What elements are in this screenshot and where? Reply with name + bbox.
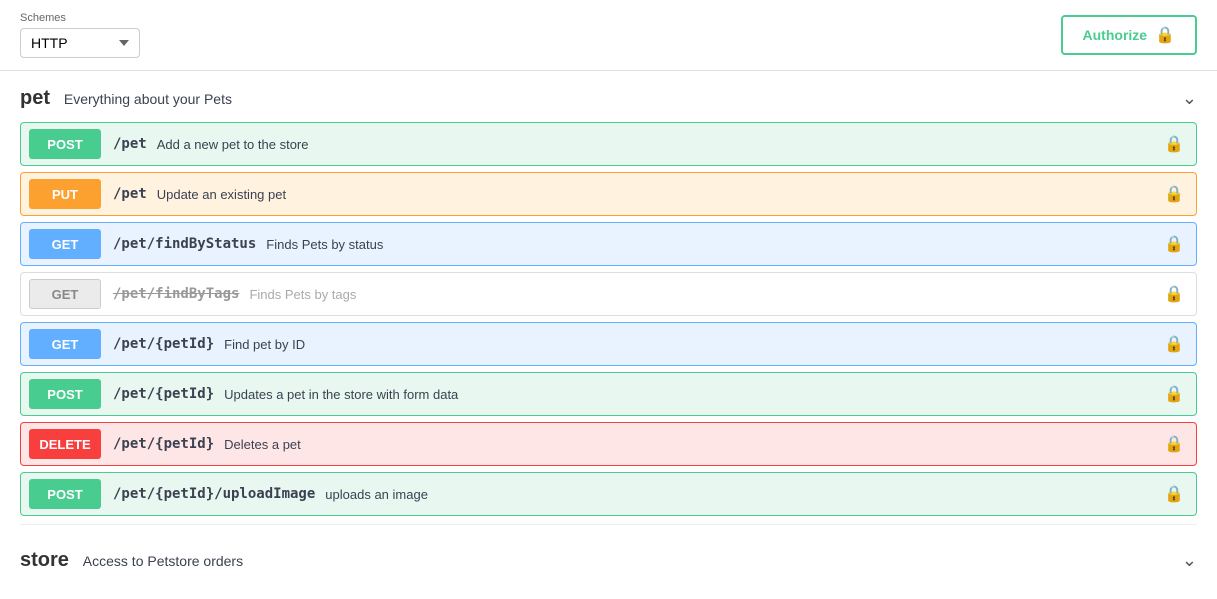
endpoint-path: /pet [113,136,147,152]
lock-icon: 🔒 [1164,184,1184,204]
chevron-down-icon: ⌄ [1182,88,1197,109]
endpoint-desc: Finds Pets by status [266,237,1164,252]
endpoint-desc: Deletes a pet [224,437,1164,452]
endpoint-desc: Updates a pet in the store with form dat… [224,387,1164,402]
endpoint-row-put-pet[interactable]: PUT /pet Update an existing pet 🔒 [20,172,1197,216]
section-store-tag: store [20,549,69,571]
endpoint-path: /pet/{petId} [113,386,214,402]
section-pet: pet Everything about your Pets ⌄ POST /p… [20,71,1197,516]
section-store-subtitle: Access to Petstore orders [83,553,243,569]
endpoint-desc: Update an existing pet [157,187,1164,202]
section-store-title-group: store Access to Petstore orders [20,549,243,572]
authorize-label: Authorize [1083,27,1148,43]
endpoint-row-get-findbystatus[interactable]: GET /pet/findByStatus Finds Pets by stat… [20,222,1197,266]
endpoint-row-get-findbytags[interactable]: GET /pet/findByTags Finds Pets by tags 🔒 [20,272,1197,316]
schemes-select[interactable]: HTTP HTTPS [20,28,140,58]
top-bar: Schemes HTTP HTTPS Authorize 🔒 [0,0,1217,71]
lock-icon: 🔒 [1164,284,1184,304]
section-pet-header[interactable]: pet Everything about your Pets ⌄ [20,71,1197,122]
lock-icon: 🔒 [1164,434,1184,454]
endpoint-path: /pet/{petId} [113,336,214,352]
lock-icon: 🔒 [1164,384,1184,404]
endpoint-desc: Add a new pet to the store [157,137,1164,152]
method-badge-get: GET [29,229,101,259]
method-badge-post3: POST [29,479,101,509]
main-content: pet Everything about your Pets ⌄ POST /p… [0,71,1217,584]
endpoint-path: /pet/findByStatus [113,236,256,252]
endpoint-desc: uploads an image [325,487,1164,502]
method-badge-post: POST [29,129,101,159]
method-badge-post2: POST [29,379,101,409]
section-pet-subtitle: Everything about your Pets [64,91,232,107]
endpoint-row-delete-petid[interactable]: DELETE /pet/{petId} Deletes a pet 🔒 [20,422,1197,466]
lock-icon: 🔒 [1164,134,1184,154]
chevron-down-icon-store: ⌄ [1182,550,1197,571]
lock-icon: 🔒 [1164,334,1184,354]
section-store-header[interactable]: store Access to Petstore orders ⌄ [20,533,1197,584]
endpoint-desc: Find pet by ID [224,337,1164,352]
endpoint-desc-deprecated: Finds Pets by tags [249,287,1164,302]
endpoint-path: /pet/{petId}/uploadImage [113,486,315,502]
method-badge-delete: DELETE [29,429,101,459]
lock-icon: 🔒 [1164,234,1184,254]
endpoint-path: /pet [113,186,147,202]
method-badge-get-disabled: GET [29,279,101,309]
endpoint-row-get-petid[interactable]: GET /pet/{petId} Find pet by ID 🔒 [20,322,1197,366]
endpoint-row-post-pet[interactable]: POST /pet Add a new pet to the store 🔒 [20,122,1197,166]
endpoint-row-post-uploadimage[interactable]: POST /pet/{petId}/uploadImage uploads an… [20,472,1197,516]
authorize-button[interactable]: Authorize 🔒 [1061,15,1197,55]
lock-icon: 🔒 [1155,25,1175,45]
method-badge-get2: GET [29,329,101,359]
method-badge-put: PUT [29,179,101,209]
section-divider [20,524,1197,525]
section-pet-title-group: pet Everything about your Pets [20,87,232,110]
endpoint-path: /pet/{petId} [113,436,214,452]
endpoint-path-deprecated: /pet/findByTags [113,286,239,302]
endpoint-row-post-petid[interactable]: POST /pet/{petId} Updates a pet in the s… [20,372,1197,416]
section-store: store Access to Petstore orders ⌄ [20,533,1197,584]
schemes-label: Schemes [20,12,140,24]
section-pet-tag: pet [20,87,50,109]
schemes-section: Schemes HTTP HTTPS [20,12,140,58]
lock-icon: 🔒 [1164,484,1184,504]
